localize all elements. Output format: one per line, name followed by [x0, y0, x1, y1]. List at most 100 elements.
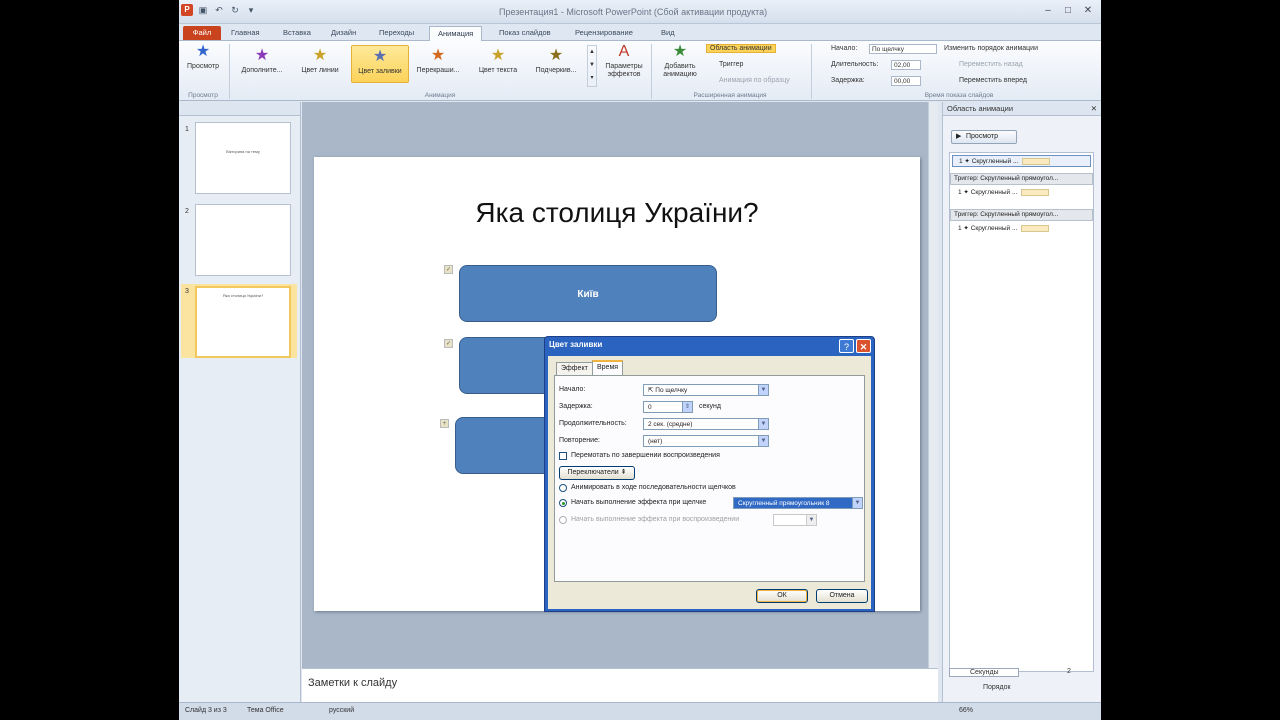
- thumbnail-title: Яка столиця України?: [222, 293, 264, 298]
- close-icon[interactable]: ✕: [1091, 102, 1097, 116]
- effect-item-3[interactable]: ★ Цвет заливки: [351, 45, 409, 83]
- effect-item-1[interactable]: ★ Дополните...: [235, 47, 289, 75]
- animation-pane-button[interactable]: Область анимации: [706, 44, 776, 53]
- title-bar: P ▣ ↶ ↻ ▾ Презентация1 - Microsoft Power…: [179, 0, 1101, 24]
- language[interactable]: русский: [329, 707, 354, 714]
- on-playback-radio[interactable]: [559, 516, 567, 524]
- effect-options-button[interactable]: A Параметры эффектов: [599, 43, 649, 79]
- slide-number: 3: [185, 288, 189, 295]
- on-click-label: Начать выполнение эффекта при щелчке: [571, 499, 707, 506]
- move-later-button[interactable]: Переместить вперед: [959, 77, 1027, 84]
- slide-counter: Слайд 3 из 3: [185, 707, 227, 714]
- pane-play-button[interactable]: ▶ Просмотр: [951, 130, 1017, 144]
- group-preview-label: Просмотр: [188, 92, 218, 99]
- tab-file[interactable]: Файл: [183, 26, 221, 40]
- tab-design[interactable]: Дизайн: [331, 26, 356, 40]
- animation-painter-button[interactable]: Анимация по образцу: [719, 77, 790, 84]
- close-icon[interactable]: ✕: [1079, 4, 1097, 18]
- start-select[interactable]: ⇱ По щелчку ▼: [643, 384, 769, 396]
- trigger-shape-select[interactable]: Скругленный прямоугольник 8 ▼: [733, 497, 863, 509]
- time-tab-panel: Начало: ⇱ По щелчку ▼ Задержка: 0 ⇕ секунд…: [554, 375, 865, 582]
- tab-home[interactable]: Главная: [231, 26, 260, 40]
- tab-animations[interactable]: Анимация: [429, 26, 483, 42]
- star-icon: ★: [490, 47, 506, 64]
- repeat-select[interactable]: (нет) ▼: [643, 435, 769, 447]
- dialog-title: Цвет заливки: [549, 340, 603, 349]
- delay-input[interactable]: 00,00: [891, 76, 921, 86]
- zoom-level[interactable]: 66%: [959, 707, 973, 714]
- trigger-button[interactable]: Триггер: [719, 61, 743, 68]
- delay-unit: секунд: [699, 403, 721, 410]
- undo-icon[interactable]: ↶: [213, 4, 225, 16]
- maximize-icon[interactable]: □: [1059, 4, 1077, 18]
- editor-scrollbar[interactable]: [928, 102, 938, 668]
- tab-transitions[interactable]: Переходы: [379, 26, 414, 40]
- bookmark-select[interactable]: ▼: [773, 514, 817, 526]
- thumbnails-header: [179, 102, 300, 116]
- play-icon: ▶: [956, 133, 962, 140]
- start-label: Начало:: [831, 45, 858, 52]
- tab-insert[interactable]: Вставка: [283, 26, 311, 40]
- star-icon: ★: [372, 48, 388, 65]
- effect-item-2[interactable]: ★ Цвет линии: [293, 47, 347, 75]
- slide-thumbnail-2[interactable]: [195, 204, 291, 276]
- sequence-label: Анимировать в ходе последовательности ще…: [571, 484, 736, 491]
- add-star-icon: ★: [672, 43, 688, 60]
- sequence-radio[interactable]: [559, 484, 567, 492]
- on-click-radio[interactable]: [559, 499, 567, 507]
- move-earlier-button[interactable]: Переместить назад: [959, 61, 1023, 68]
- dialog-body: Эффект Время Начало: ⇱ По щелчку ▼ Задерж…: [548, 356, 871, 609]
- effect-item-5[interactable]: ★ Цвет текста: [471, 47, 525, 75]
- slide-number: 2: [185, 208, 189, 215]
- trigger-header-1[interactable]: Триггер: Скругленный прямоугол...: [950, 173, 1093, 185]
- gallery-scroll[interactable]: ▲ ▼ ▾: [587, 45, 597, 87]
- notes-pane[interactable]: Заметки к слайду: [302, 668, 938, 702]
- tab-view[interactable]: Вид: [661, 26, 675, 40]
- seconds-select[interactable]: Секунды: [949, 668, 1019, 677]
- preview-button[interactable]: ★ Просмотр: [181, 43, 225, 71]
- ok-button[interactable]: ОК: [756, 589, 808, 603]
- trigger-marker-icon[interactable]: +: [440, 419, 449, 428]
- triggers-button[interactable]: Переключатели ⇞: [559, 466, 635, 480]
- tab-effect[interactable]: Эффект: [556, 362, 593, 375]
- trigger-marker-icon[interactable]: ✓: [444, 265, 453, 274]
- start-select[interactable]: По щелчку: [869, 44, 937, 54]
- fill-color-dialog: Цвет заливки ? ✕ Эффект Время Начало: ⇱ …: [544, 336, 875, 612]
- duration-input[interactable]: 02,00: [891, 60, 921, 70]
- star-icon: ★: [430, 47, 446, 64]
- window-title: Презентация1 - Microsoft PowerPoint (Сбо…: [499, 7, 768, 17]
- effect-item-4[interactable]: ★ Перекраши...: [411, 47, 465, 75]
- qat-menu-icon[interactable]: ▾: [245, 4, 257, 16]
- quick-access-toolbar: P ▣ ↶ ↻ ▾: [181, 4, 257, 16]
- rewind-checkbox[interactable]: [559, 452, 567, 460]
- redo-icon[interactable]: ↻: [229, 4, 241, 16]
- delay-input[interactable]: 0 ⇕: [643, 401, 693, 413]
- slide-thumbnail-1[interactable]: Вікторина на тему: [195, 122, 291, 194]
- on-playback-label: Начать выполнение эффекта при воспроизве…: [571, 516, 740, 523]
- close-icon[interactable]: ✕: [856, 339, 871, 353]
- rewind-label: Перемотать по завершении воспроизведения: [571, 452, 720, 459]
- group-advanced-label: Расширенная анимация: [693, 92, 767, 99]
- add-animation-button[interactable]: ★ Добавить анимацию: [655, 43, 705, 79]
- repeat-label: Повторение:: [559, 437, 600, 444]
- slide-thumbnail-3[interactable]: Яка столиця України?: [195, 286, 291, 358]
- timeline-page: 2: [1067, 668, 1071, 675]
- slide-title[interactable]: Яка столиця України?: [314, 197, 920, 229]
- animation-item-3[interactable]: 1 ✦ Скругленный ...: [952, 223, 1091, 235]
- tab-slideshow[interactable]: Показ слайдов: [499, 26, 551, 40]
- effect-item-6[interactable]: ★ Подчеркив...: [529, 47, 583, 75]
- trigger-marker-icon[interactable]: ✓: [444, 339, 453, 348]
- help-icon[interactable]: ?: [839, 339, 854, 353]
- cancel-button[interactable]: Отмена: [816, 589, 868, 603]
- tab-review[interactable]: Рецензирование: [575, 26, 633, 40]
- answer-shape-1[interactable]: Київ: [459, 265, 717, 322]
- trigger-header-2[interactable]: Триггер: Скругленный прямоугол...: [950, 209, 1093, 221]
- animation-item-1[interactable]: 1 ✦ Скругленный ...: [952, 155, 1091, 167]
- slide-thumbnails-pane: 1 Вікторина на тему 2 3 Яка столиця Укра…: [179, 102, 301, 702]
- animation-item-2[interactable]: 1 ✦ Скругленный ...: [952, 187, 1091, 199]
- duration-select[interactable]: 2 сек. (средне) ▼: [643, 418, 769, 430]
- reorder-label: Изменить порядок анимации: [944, 45, 1038, 52]
- tab-time[interactable]: Время: [592, 360, 624, 375]
- save-icon[interactable]: ▣: [197, 4, 209, 16]
- minimize-icon[interactable]: –: [1039, 4, 1057, 18]
